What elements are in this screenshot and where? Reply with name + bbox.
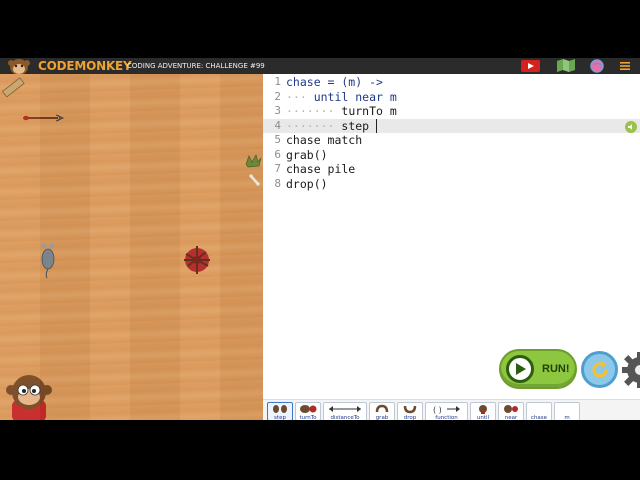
palette-block-near[interactable]: near xyxy=(498,402,524,421)
line-number: 2 xyxy=(274,89,281,103)
palette-block-turnto[interactable]: turnTo xyxy=(295,402,321,421)
line-number: 4 xyxy=(274,118,281,132)
code-line[interactable]: 7 chase pile xyxy=(263,162,640,177)
map-icon[interactable] xyxy=(555,59,577,72)
distance-icon xyxy=(324,403,366,415)
step-icon xyxy=(268,403,292,415)
turnto-icon xyxy=(296,403,320,415)
reset-button[interactable] xyxy=(581,351,618,388)
code-text: grab() xyxy=(286,147,328,162)
palette-block-function[interactable]: ( ) function xyxy=(425,402,468,421)
code-text: chase match xyxy=(286,133,363,147)
block-palette: step turnTo distanceTo grab drop ( ) fun… xyxy=(263,399,640,421)
menu-icon[interactable] xyxy=(619,59,631,72)
line-number: 3 xyxy=(274,104,281,117)
top-bar: CODEMONKEY CODING ADVENTURE: CHALLENGE #… xyxy=(0,58,640,75)
palette-block-drop[interactable]: drop xyxy=(397,402,423,421)
globe-icon[interactable] xyxy=(589,58,605,73)
palette-block-grab[interactable]: grab xyxy=(369,402,395,421)
pile-icon xyxy=(184,246,210,274)
palette-block-until[interactable]: until xyxy=(470,402,496,421)
code-line-active[interactable]: 4 ······· step xyxy=(263,118,640,134)
run-button[interactable]: RUN! xyxy=(499,349,577,389)
until-icon xyxy=(471,403,495,415)
mouse-icon xyxy=(41,243,55,279)
line-number: 1 xyxy=(274,75,281,88)
letterbox-top xyxy=(0,0,640,58)
code-text: ······· step xyxy=(286,118,384,134)
code-content: step xyxy=(341,118,377,133)
line-number: 6 xyxy=(274,147,281,161)
code-text: chase pile xyxy=(286,162,356,176)
near-icon xyxy=(499,403,523,415)
line-number: 7 xyxy=(274,162,281,175)
play-icon xyxy=(506,355,534,383)
line-number: 8 xyxy=(274,176,281,190)
match-icon xyxy=(23,114,65,122)
ruler-icon[interactable] xyxy=(1,77,25,98)
monkey-logo-icon xyxy=(6,58,32,75)
challenge-title: CODING ADVENTURE: CHALLENGE #99 xyxy=(127,62,265,70)
code-editor[interactable]: 1 chase = (m) -> 2 ··· until near m 3 ··… xyxy=(263,74,640,399)
grab-icon xyxy=(370,403,394,415)
game-stage[interactable] xyxy=(0,74,263,420)
settings-gear-icon[interactable] xyxy=(620,350,640,390)
drop-icon xyxy=(398,403,422,415)
monkey-character-icon xyxy=(6,375,52,420)
reset-icon xyxy=(591,360,608,378)
palette-block-step[interactable]: step xyxy=(267,402,293,421)
run-label: RUN! xyxy=(542,363,570,375)
code-text: chase = (m) -> xyxy=(286,75,383,90)
letterbox-bottom xyxy=(0,420,640,480)
code-line[interactable]: 5 chase match xyxy=(263,133,640,148)
svg-text:( ): ( ) xyxy=(433,406,442,415)
code-content: until near m xyxy=(313,89,397,104)
line-number: 5 xyxy=(274,133,281,146)
youtube-icon[interactable] xyxy=(520,59,541,72)
function-icon: ( ) xyxy=(426,403,467,415)
bone-icon xyxy=(249,174,260,186)
code-text: ······· turnTo m xyxy=(286,104,397,118)
code-line[interactable]: 6 grab() xyxy=(263,148,640,163)
code-content: turnTo m xyxy=(341,104,397,118)
palette-block-distanceto[interactable]: distanceTo xyxy=(323,402,367,421)
code-line[interactable]: 1 chase = (m) -> xyxy=(263,75,640,90)
bush-icon xyxy=(245,154,262,168)
logo-text[interactable]: CODEMONKEY xyxy=(38,59,132,73)
code-text: ··· until near m xyxy=(286,89,397,104)
palette-block-m[interactable]: m xyxy=(554,402,580,421)
code-text: drop() xyxy=(286,176,328,191)
code-content: chase = (m) -> xyxy=(286,75,383,89)
code-line[interactable]: 8 drop() xyxy=(263,177,640,192)
palette-block-chase[interactable]: chase xyxy=(526,402,552,421)
code-line[interactable]: 3 ······· turnTo m xyxy=(263,104,640,119)
code-line[interactable]: 2 ··· until near m xyxy=(263,90,640,105)
